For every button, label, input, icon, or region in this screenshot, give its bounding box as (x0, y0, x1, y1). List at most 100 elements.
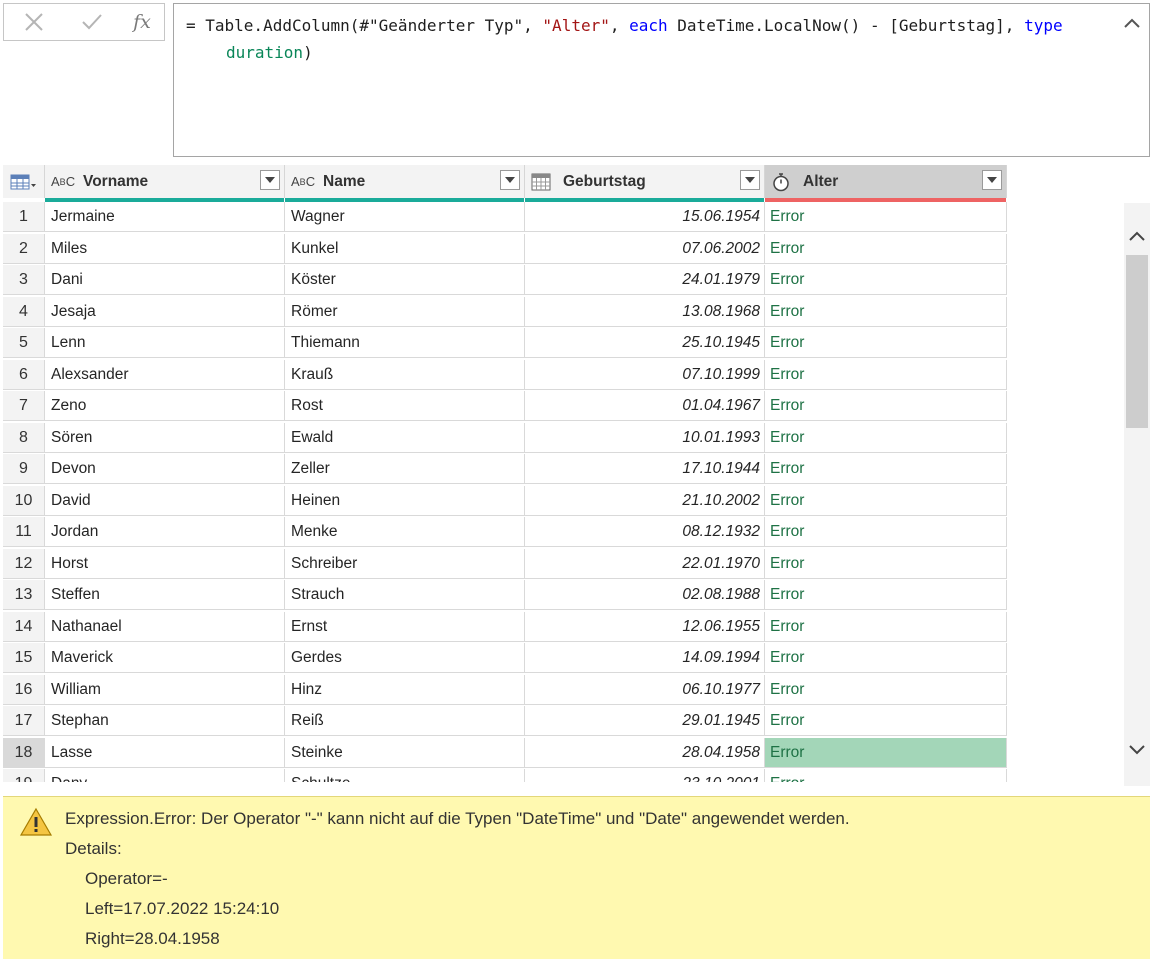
table-row[interactable]: 9 Devon Zeller 17.10.1944 Error (3, 454, 1007, 485)
cell-geburtstag[interactable]: 01.04.1967 (525, 391, 765, 421)
table-row[interactable]: 12 Horst Schreiber 22.01.1970 Error (3, 548, 1007, 580)
row-number[interactable]: 11 (3, 517, 45, 547)
row-number[interactable]: 1 (3, 202, 45, 232)
cell-vorname[interactable]: Sören (45, 422, 285, 453)
cell-geburtstag[interactable]: 10.01.1993 (525, 422, 765, 453)
row-number[interactable]: 7 (3, 391, 45, 421)
table-row[interactable]: 10 David Heinen 21.10.2002 Error (3, 485, 1007, 517)
cell-geburtstag[interactable]: 15.06.1954 (525, 202, 765, 232)
cell-alter-error[interactable]: Error (765, 517, 1007, 547)
cell-geburtstag[interactable]: 24.01.1979 (525, 265, 765, 295)
table-row[interactable]: 18 Lasse Steinke 28.04.1958 Error (3, 737, 1007, 769)
row-number[interactable]: 4 (3, 296, 45, 327)
cell-name[interactable]: Römer (285, 296, 525, 327)
row-number[interactable]: 18 (3, 737, 45, 768)
row-number[interactable]: 8 (3, 422, 45, 453)
table-row[interactable]: 16 William Hinz 06.10.1977 Error (3, 674, 1007, 706)
cell-name[interactable]: Rost (285, 391, 525, 421)
cell-vorname[interactable]: Dany (45, 769, 285, 782)
cell-vorname[interactable]: Horst (45, 548, 285, 579)
table-row[interactable]: 6 Alexsander Krauß 07.10.1999 Error (3, 359, 1007, 391)
cell-vorname[interactable]: Maverick (45, 643, 285, 673)
cell-geburtstag[interactable]: 13.08.1968 (525, 296, 765, 327)
cell-vorname[interactable]: Devon (45, 454, 285, 484)
row-number[interactable]: 14 (3, 611, 45, 642)
table-row[interactable]: 5 Lenn Thiemann 25.10.1945 Error (3, 328, 1007, 359)
table-row[interactable]: 1 Jermaine Wagner 15.06.1954 Error (3, 202, 1007, 233)
cell-geburtstag[interactable]: 17.10.1944 (525, 454, 765, 484)
cell-alter-error[interactable]: Error (765, 769, 1007, 782)
row-number[interactable]: 16 (3, 674, 45, 705)
cell-alter-error[interactable]: Error (765, 706, 1007, 736)
cell-geburtstag[interactable]: 21.10.2002 (525, 485, 765, 516)
cell-alter-error[interactable]: Error (765, 296, 1007, 327)
cell-alter-error[interactable]: Error (765, 265, 1007, 295)
row-number[interactable]: 17 (3, 706, 45, 736)
cell-geburtstag[interactable]: 25.10.1945 (525, 328, 765, 358)
cell-name[interactable]: Ewald (285, 422, 525, 453)
cancel-formula-button[interactable] (12, 4, 56, 40)
cell-alter-error[interactable]: Error (765, 548, 1007, 579)
cell-alter-error[interactable]: Error (765, 737, 1007, 768)
cell-vorname[interactable]: Nathanael (45, 611, 285, 642)
table-row[interactable]: 3 Dani Köster 24.01.1979 Error (3, 265, 1007, 296)
cell-geburtstag[interactable]: 08.12.1932 (525, 517, 765, 547)
cell-geburtstag[interactable]: 23.10.2001 (525, 769, 765, 782)
cell-alter-error[interactable]: Error (765, 485, 1007, 516)
cell-geburtstag[interactable]: 02.08.1988 (525, 580, 765, 610)
formula-editor[interactable]: = Table.AddColumn(#"Geänderter Typ", "Al… (173, 3, 1150, 157)
cell-name[interactable]: Krauß (285, 359, 525, 390)
scroll-down-button[interactable] (1124, 737, 1150, 763)
row-number[interactable]: 6 (3, 359, 45, 390)
cell-vorname[interactable]: William (45, 674, 285, 705)
cell-vorname[interactable]: Zeno (45, 391, 285, 421)
cell-alter-error[interactable]: Error (765, 328, 1007, 358)
cell-vorname[interactable]: Jermaine (45, 202, 285, 232)
cell-name[interactable]: Kunkel (285, 233, 525, 264)
vertical-scrollbar[interactable] (1124, 203, 1150, 786)
row-number[interactable]: 13 (3, 580, 45, 610)
cell-vorname[interactable]: Lenn (45, 328, 285, 358)
cell-alter-error[interactable]: Error (765, 359, 1007, 390)
insert-function-button[interactable]: fx (120, 4, 164, 40)
cell-alter-error[interactable]: Error (765, 643, 1007, 673)
cell-geburtstag[interactable]: 12.06.1955 (525, 611, 765, 642)
cell-alter-error[interactable]: Error (765, 674, 1007, 705)
scrollbar-thumb[interactable] (1126, 255, 1148, 428)
cell-vorname[interactable]: David (45, 485, 285, 516)
table-row[interactable]: 17 Stephan Reiß 29.01.1945 Error (3, 706, 1007, 737)
table-row[interactable]: 7 Zeno Rost 01.04.1967 Error (3, 391, 1007, 422)
cell-name[interactable]: Wagner (285, 202, 525, 232)
cell-vorname[interactable]: Steffen (45, 580, 285, 610)
table-row[interactable]: 2 Miles Kunkel 07.06.2002 Error (3, 233, 1007, 265)
collapse-formula-button[interactable] (1123, 14, 1141, 33)
cell-alter-error[interactable]: Error (765, 611, 1007, 642)
row-number[interactable]: 15 (3, 643, 45, 673)
cell-alter-error[interactable]: Error (765, 202, 1007, 232)
table-row[interactable]: 11 Jordan Menke 08.12.1932 Error (3, 517, 1007, 548)
cell-geburtstag[interactable]: 14.09.1994 (525, 643, 765, 673)
cell-geburtstag[interactable]: 22.01.1970 (525, 548, 765, 579)
cell-vorname[interactable]: Lasse (45, 737, 285, 768)
table-row[interactable]: 14 Nathanael Ernst 12.06.1955 Error (3, 611, 1007, 643)
cell-alter-error[interactable]: Error (765, 422, 1007, 453)
cell-name[interactable]: Thiemann (285, 328, 525, 358)
cell-name[interactable]: Reiß (285, 706, 525, 736)
row-number[interactable]: 10 (3, 485, 45, 516)
cell-name[interactable]: Gerdes (285, 643, 525, 673)
cell-geburtstag[interactable]: 29.01.1945 (525, 706, 765, 736)
cell-name[interactable]: Steinke (285, 737, 525, 768)
cell-name[interactable]: Zeller (285, 454, 525, 484)
cell-geburtstag[interactable]: 07.06.2002 (525, 233, 765, 264)
cell-geburtstag[interactable]: 07.10.1999 (525, 359, 765, 390)
row-number[interactable]: 12 (3, 548, 45, 579)
cell-vorname[interactable]: Stephan (45, 706, 285, 736)
cell-name[interactable]: Schultze (285, 769, 525, 782)
cell-name[interactable]: Strauch (285, 580, 525, 610)
table-row[interactable]: 19DanySchultze23.10.2001Error (3, 769, 1007, 782)
commit-formula-button[interactable] (70, 4, 114, 40)
table-row[interactable]: 15 Maverick Gerdes 14.09.1994 Error (3, 643, 1007, 674)
row-number[interactable]: 2 (3, 233, 45, 264)
row-number[interactable]: 9 (3, 454, 45, 484)
row-number[interactable]: 5 (3, 328, 45, 358)
